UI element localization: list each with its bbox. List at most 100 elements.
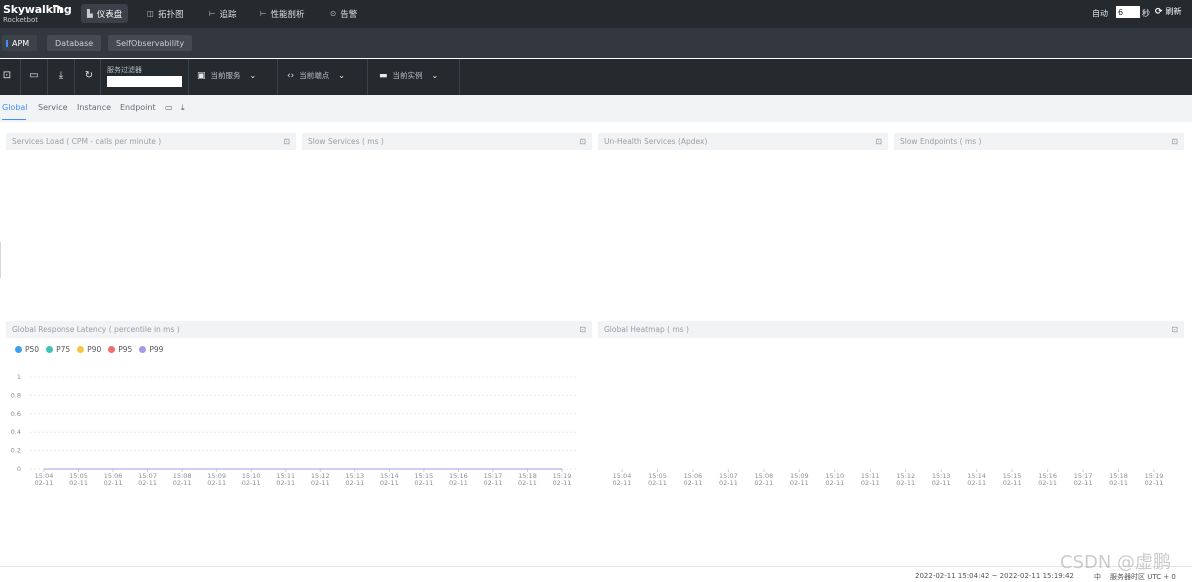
current-service-label: 当前服务 <box>210 71 241 80</box>
x-tick-label: 15:09 02-11 <box>790 472 809 487</box>
layer-tab-selfobservability[interactable]: SelfObservability <box>108 35 193 51</box>
x-tick-label: 15:12 02-11 <box>311 472 330 487</box>
download-icon[interactable]: ⤓ <box>181 103 185 113</box>
service-filter-label: 服务过滤器 <box>107 66 142 74</box>
top-navigation: Skywalking Rocketbot ▙ 仪表盘 ◫ 拓扑图 ⊢ 追踪 ⊢ … <box>0 0 1192 28</box>
latency-legend: P50 P75 P90 P95 P99 <box>15 345 163 354</box>
topology-icon: ◫ <box>147 9 155 18</box>
auto-refresh-interval-input[interactable] <box>1116 6 1140 18</box>
x-tick-label: 15:09 02-11 <box>207 472 226 487</box>
download-icon[interactable]: ⤓ <box>54 70 68 81</box>
x-tick-label: 15:18 02-11 <box>1109 472 1128 487</box>
x-tick-label: 15:12 02-11 <box>896 472 915 487</box>
divider <box>20 59 21 95</box>
monitor-icon: ▬ <box>379 70 388 81</box>
panel-slow-services: Slow Services ( ms ) ⊡ <box>302 133 592 150</box>
legend-item-p50[interactable]: P50 <box>15 345 39 354</box>
x-tick-label: 15:11 02-11 <box>861 472 880 487</box>
x-tick-label: 15:11 02-11 <box>276 472 295 487</box>
service-icon: ▣ <box>197 70 206 81</box>
tab-global[interactable]: Global <box>2 103 28 112</box>
lock-icon[interactable]: ⊡ <box>283 133 290 150</box>
legend-dot <box>46 346 54 353</box>
panel-title: Slow Endpoints ( ms ) <box>900 137 982 146</box>
current-service-select[interactable]: ▣ 当前服务 ⌄ <box>197 70 256 81</box>
legend-dot <box>15 346 22 353</box>
tab-instance[interactable]: Instance <box>77 103 111 112</box>
nav-tab-profile[interactable]: ⊢ 性能剖析 <box>254 4 311 23</box>
legend-dot <box>139 346 147 353</box>
resize-handle[interactable] <box>0 242 1 278</box>
heatmap-chart: 15:04 02-11 15:05 02-11 15:06 02-11 15:07 02-11… <box>613 469 1164 487</box>
x-tick-label: 15:07 02-11 <box>138 472 157 487</box>
refresh-icon: ⟳ <box>1155 6 1163 17</box>
skywalking-logo[interactable]: Skywalking Rocketbot <box>3 3 72 25</box>
panel-unhealth-services: Un-Health Services (Apdex) ⊡ <box>598 133 888 150</box>
tab-service[interactable]: Service <box>38 103 68 112</box>
panel-title: Services Load ( CPM - calls per minute ) <box>12 137 162 146</box>
seconds-label: 秒 <box>1142 9 1150 18</box>
latency-line-chart: 0 0.2 0.4 0.6 0.8 1 15:04 02-11 15:05 02-11 15:06 0… <box>11 373 576 487</box>
brand-subtitle: Rocketbot <box>3 16 39 24</box>
current-instance-select[interactable]: ▬ 当前实例 ⌄ <box>379 70 438 81</box>
reload-icon[interactable]: ↻ <box>82 70 96 81</box>
legend-label: P90 <box>87 345 102 354</box>
x-tick-label: 15:07 02-11 <box>719 472 738 487</box>
x-tick-label: 15:14 02-11 <box>967 472 986 487</box>
nav-tab-label: 告警 <box>340 9 358 20</box>
profile-icon: ⊢ <box>260 9 267 18</box>
x-tick-label: 15:13 02-11 <box>345 472 364 487</box>
lock-icon[interactable]: ⊡ <box>579 133 586 150</box>
lock-icon[interactable]: ⊡ <box>1171 321 1178 338</box>
x-tick-label: 15:04 02-11 <box>35 472 54 487</box>
current-endpoint-select[interactable]: ‹› 当前端点 ⌄ <box>287 70 345 81</box>
time-range[interactable]: 2022-02-11 15:04:42 ~ 2022-02-11 15:19:4… <box>915 572 1074 580</box>
y-tick-label: 0.2 <box>11 447 21 455</box>
x-tick-label: 15:10 02-11 <box>825 472 844 487</box>
lock-icon[interactable]: ⊡ <box>875 133 882 150</box>
current-endpoint-label: 当前端点 <box>299 71 330 80</box>
y-tick-label: 0.4 <box>11 428 21 436</box>
legend-label: P95 <box>118 345 133 354</box>
x-tick-label: 15:19 02-11 <box>1145 472 1164 487</box>
lock-icon[interactable]: ⊡ <box>0 70 14 81</box>
alarm-icon: ⊙ <box>330 9 337 18</box>
layer-bar: APM Database SelfObservability <box>0 28 1192 58</box>
x-tick-label: 15:05 02-11 <box>648 472 667 487</box>
layer-tab-database[interactable]: Database <box>47 35 102 51</box>
x-tick-label: 15:05 02-11 <box>69 472 88 487</box>
legend-item-p99[interactable]: P99 <box>139 345 163 354</box>
legend-item-p90[interactable]: P90 <box>77 345 101 354</box>
divider <box>277 59 278 95</box>
legend-label: P75 <box>56 345 71 354</box>
x-tick-label: 15:19 02-11 <box>553 472 572 487</box>
divider <box>74 59 75 95</box>
x-tick-label: 15:08 02-11 <box>173 472 192 487</box>
x-tick-label: 15:18 02-11 <box>518 472 537 487</box>
x-tick-label: 15:08 02-11 <box>754 472 773 487</box>
panel-slow-endpoints: Slow Endpoints ( ms ) ⊡ <box>894 133 1184 150</box>
refresh-label: 刷新 <box>1165 7 1182 16</box>
legend-item-p75[interactable]: P75 <box>46 345 70 354</box>
folder-icon[interactable]: ▭ <box>27 70 41 81</box>
layer-tab-label: Database <box>55 38 94 48</box>
dashboard-icon: ▙ <box>87 9 93 18</box>
layer-tab-apm[interactable]: APM <box>2 35 38 51</box>
refresh-button[interactable]: ⟳ 刷新 <box>1155 6 1182 17</box>
y-tick-label: 1 <box>17 373 21 381</box>
panel-title: Global Heatmap ( ms ) <box>604 325 689 334</box>
nav-tab-trace[interactable]: ⊢ 追踪 <box>203 4 243 23</box>
lock-icon[interactable]: ⊡ <box>1171 133 1178 150</box>
nav-tab-dashboard[interactable]: ▙ 仪表盘 <box>81 4 129 23</box>
nav-tab-alarm[interactable]: ⊙ 告警 <box>324 4 363 23</box>
folder-icon[interactable]: ▭ <box>165 103 173 112</box>
watermark: CSDN @虚鹏 <box>1060 552 1172 573</box>
x-tick-label: 15:17 02-11 <box>1074 472 1093 487</box>
nav-tab-topology[interactable]: ◫ 拓扑图 <box>141 4 190 23</box>
service-filter-input[interactable] <box>107 76 182 87</box>
x-tick-label: 15:06 02-11 <box>683 472 702 487</box>
auto-refresh-label: 自动 <box>1092 9 1108 18</box>
lock-icon[interactable]: ⊡ <box>579 321 586 338</box>
tab-endpoint[interactable]: Endpoint <box>120 103 156 112</box>
legend-item-p95[interactable]: P95 <box>108 345 132 354</box>
